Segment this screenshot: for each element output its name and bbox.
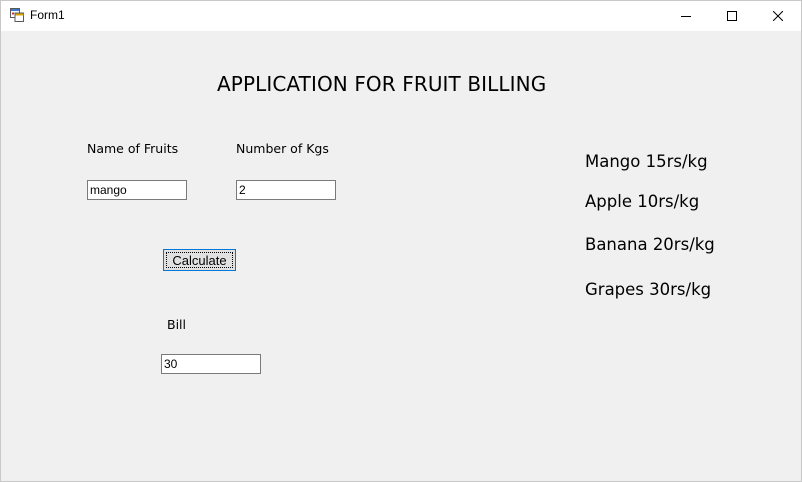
bill-label: Bill	[167, 317, 186, 332]
kgs-label: Number of Kgs	[236, 141, 329, 156]
close-icon	[773, 11, 783, 21]
minimize-button[interactable]	[663, 1, 709, 31]
form-client-area: APPLICATION FOR FRUIT BILLING Name of Fr…	[1, 31, 801, 481]
price-apple: Apple 10rs/kg	[585, 192, 700, 211]
app-icon	[10, 8, 24, 22]
kgs-input[interactable]	[236, 180, 336, 200]
maximize-icon	[727, 11, 737, 21]
price-banana: Banana 20rs/kg	[585, 235, 715, 254]
page-title: APPLICATION FOR FRUIT BILLING	[217, 72, 547, 96]
price-grapes: Grapes 30rs/kg	[585, 280, 712, 299]
form-window: Form1 APPLICATION FOR FRUIT BILLING Name…	[0, 0, 802, 482]
calculate-button[interactable]: Calculate	[163, 249, 236, 271]
bill-output[interactable]	[161, 354, 261, 374]
title-bar[interactable]: Form1	[1, 1, 801, 31]
close-button[interactable]	[755, 1, 801, 31]
maximize-button[interactable]	[709, 1, 755, 31]
calculate-button-label: Calculate	[166, 252, 233, 268]
fruit-name-label: Name of Fruits	[87, 141, 179, 156]
price-mango: Mango 15rs/kg	[585, 152, 708, 171]
fruit-name-input[interactable]	[87, 180, 187, 200]
minimize-icon	[681, 16, 691, 17]
window-title: Form1	[30, 8, 65, 22]
